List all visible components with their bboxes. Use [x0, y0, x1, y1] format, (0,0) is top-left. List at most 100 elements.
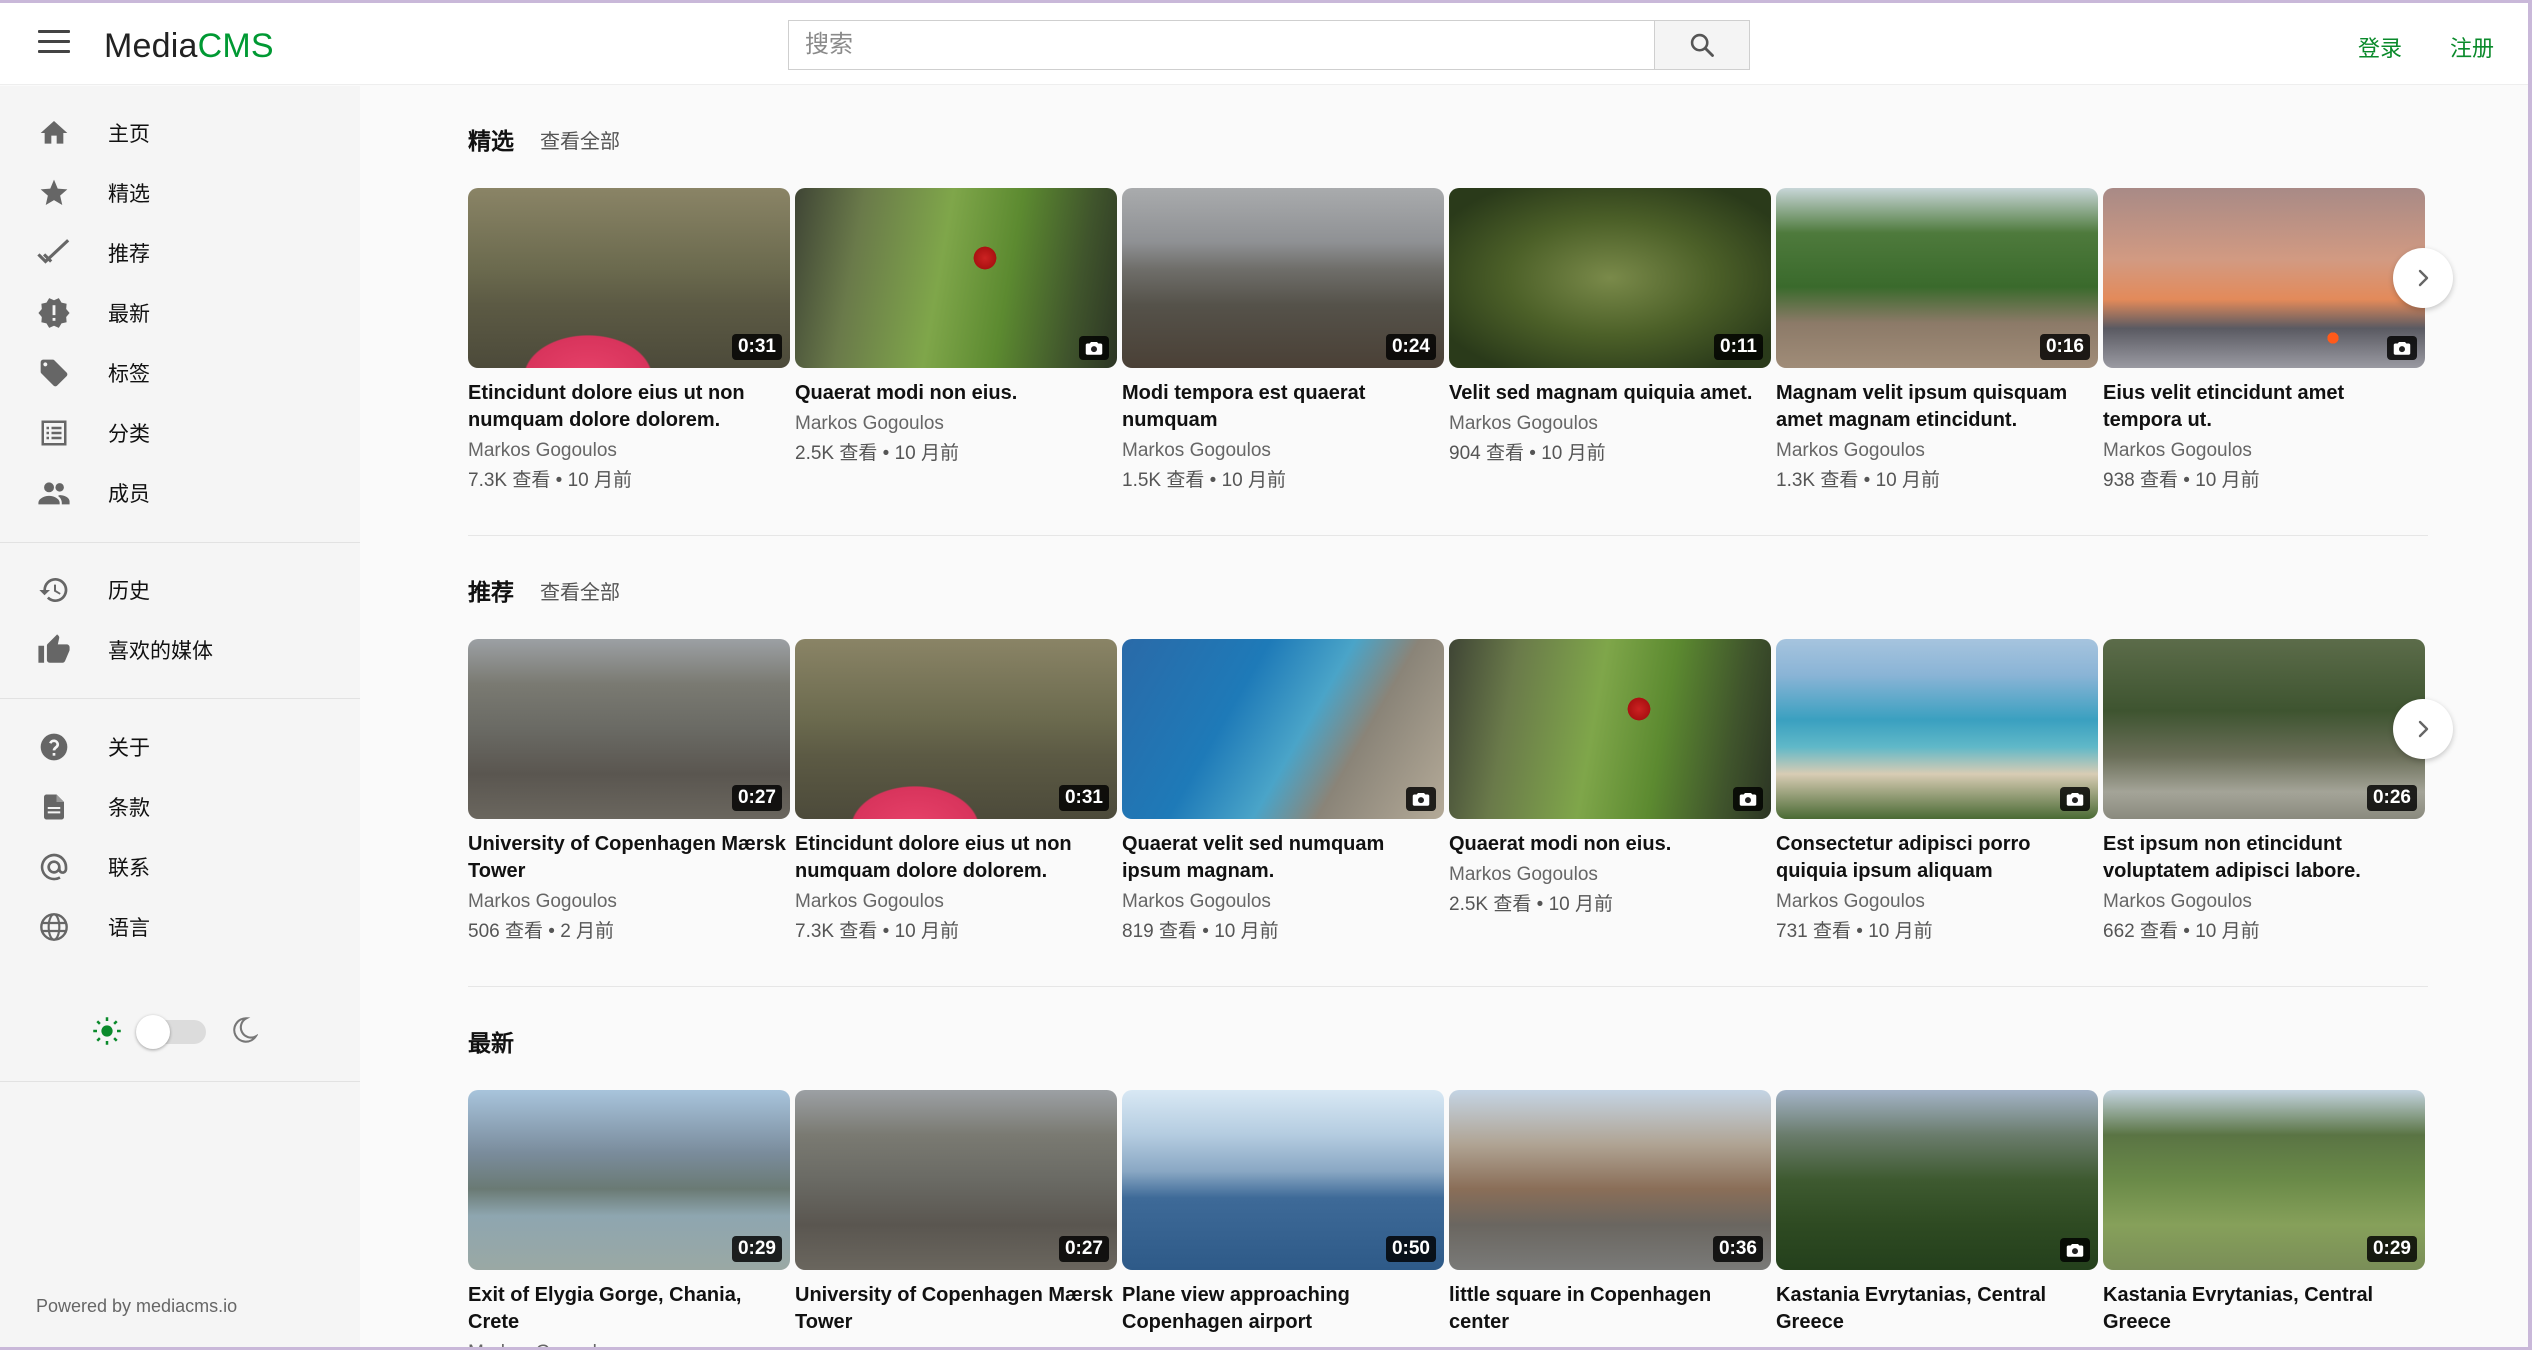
sidebar-item-recommended[interactable]: 推荐: [0, 226, 360, 280]
video-card[interactable]: 0:16 Magnam velit ipsum quisquam amet ma…: [1776, 188, 2098, 492]
video-title[interactable]: Modi tempora est quaerat numquam: [1122, 380, 1444, 434]
video-card[interactable]: 0:31 Etincidunt dolore eius ut non numqu…: [468, 188, 790, 492]
video-title[interactable]: little square in Copenhagen center: [1449, 1282, 1771, 1336]
video-card[interactable]: 0:31 Etincidunt dolore eius ut non numqu…: [795, 639, 1117, 943]
video-thumbnail[interactable]: 0:11: [1449, 188, 1771, 368]
video-author[interactable]: Markos Gogoulos: [1776, 891, 2098, 913]
view-all-featured-link[interactable]: 查看全部: [540, 125, 620, 154]
video-title[interactable]: Kastania Evrytanias, Central Greece: [1776, 1282, 2098, 1336]
video-card[interactable]: 0:27 University of Copenhagen Mærsk Towe…: [468, 639, 790, 943]
video-thumbnail[interactable]: 0:27: [468, 639, 790, 819]
video-card[interactable]: 0:27 University of Copenhagen Mærsk Towe…: [795, 1090, 1117, 1336]
video-title[interactable]: Consectetur adipisci porro quiquia ipsum…: [1776, 831, 2098, 885]
view-all-recommended-link[interactable]: 查看全部: [540, 576, 620, 605]
video-title[interactable]: Quaerat modi non eius.: [795, 380, 1117, 407]
video-thumbnail[interactable]: [2103, 188, 2425, 368]
video-card[interactable]: 0:29 Kastania Evrytanias, Central Greece: [2103, 1090, 2425, 1336]
sidebar-item-history[interactable]: 历史: [0, 563, 360, 617]
search-button[interactable]: [1654, 20, 1750, 70]
video-thumbnail[interactable]: 0:36: [1449, 1090, 1771, 1270]
video-meta: 731 查看 • 10 月前: [1776, 921, 1933, 942]
sidebar-item-home[interactable]: 主页: [0, 106, 360, 160]
carousel-next-button[interactable]: [2393, 248, 2453, 308]
video-title[interactable]: University of Copenhagen Mærsk Tower: [795, 1282, 1117, 1336]
video-title[interactable]: Eius velit etincidunt amet tempora ut.: [2103, 380, 2425, 434]
duration-badge: 0:31: [1058, 785, 1109, 811]
login-link[interactable]: 登录: [2358, 31, 2402, 63]
video-title[interactable]: Velit sed magnam quiquia amet.: [1449, 380, 1771, 407]
search-icon: [1690, 33, 1714, 57]
video-author[interactable]: Markos Gogoulos: [2103, 440, 2425, 462]
video-card[interactable]: 0:29 Exit of Elygia Gorge, Chania, Crete…: [468, 1090, 790, 1350]
sidebar-item-categories[interactable]: 分类: [0, 406, 360, 460]
video-title[interactable]: Magnam velit ipsum quisquam amet magnam …: [1776, 380, 2098, 434]
video-author[interactable]: Markos Gogoulos: [1122, 891, 1444, 913]
sidebar-item-members[interactable]: 成员: [0, 466, 360, 520]
video-author[interactable]: Markos Gogoulos: [468, 891, 790, 913]
video-thumbnail[interactable]: 0:16: [1776, 188, 2098, 368]
sidebar-item-contact[interactable]: 联系: [0, 840, 360, 894]
video-title[interactable]: Etincidunt dolore eius ut non numquam do…: [468, 380, 790, 434]
video-author[interactable]: Markos Gogoulos: [1449, 864, 1771, 886]
sidebar-item-label: 语言: [108, 917, 150, 940]
video-title[interactable]: University of Copenhagen Mærsk Tower: [468, 831, 790, 885]
sidebar-item-liked-media[interactable]: 喜欢的媒体: [0, 623, 360, 677]
video-thumbnail[interactable]: 0:27: [795, 1090, 1117, 1270]
video-card[interactable]: Quaerat modi non eius. Markos Gogoulos 2…: [1449, 639, 1771, 916]
video-card[interactable]: Eius velit etincidunt amet tempora ut. M…: [2103, 188, 2425, 492]
sidebar-divider: [0, 698, 360, 699]
video-thumbnail[interactable]: [1449, 639, 1771, 819]
register-link[interactable]: 注册: [2450, 31, 2494, 63]
video-thumbnail[interactable]: 0:26: [2103, 639, 2425, 819]
video-author[interactable]: Markos Gogoulos: [2103, 891, 2425, 913]
video-thumbnail[interactable]: 0:24: [1122, 188, 1444, 368]
video-thumbnail[interactable]: [795, 188, 1117, 368]
sidebar-item-terms[interactable]: 条款: [0, 780, 360, 834]
sidebar-item-latest[interactable]: 最新: [0, 286, 360, 340]
video-title[interactable]: Quaerat modi non eius.: [1449, 831, 1771, 858]
video-title[interactable]: Est ipsum non etincidunt voluptatem adip…: [2103, 831, 2425, 885]
video-author[interactable]: Markos Gogoulos: [795, 413, 1117, 435]
video-title[interactable]: Quaerat velit sed numquam ipsum magnam.: [1122, 831, 1444, 885]
video-thumbnail[interactable]: 0:50: [1122, 1090, 1444, 1270]
video-thumbnail[interactable]: [1776, 639, 2098, 819]
video-author[interactable]: Markos Gogoulos: [795, 891, 1117, 913]
video-title[interactable]: Exit of Elygia Gorge, Chania, Crete: [468, 1282, 790, 1336]
video-author[interactable]: Markos Gogoulos: [1776, 440, 2098, 462]
carousel-next-button[interactable]: [2393, 699, 2453, 759]
video-thumbnail[interactable]: 0:31: [468, 188, 790, 368]
sidebar-item-about[interactable]: 关于: [0, 720, 360, 774]
video-thumbnail[interactable]: 0:31: [795, 639, 1117, 819]
video-thumbnail[interactable]: [1776, 1090, 2098, 1270]
video-author[interactable]: Markos Gogoulos: [1122, 440, 1444, 462]
video-title[interactable]: Plane view approaching Copenhagen airpor…: [1122, 1282, 1444, 1336]
logo[interactable]: MediaCMS: [104, 27, 274, 66]
video-card[interactable]: 0:26 Est ipsum non etincidunt voluptatem…: [2103, 639, 2425, 943]
video-card[interactable]: Consectetur adipisci porro quiquia ipsum…: [1776, 639, 2098, 943]
powered-by-text: Powered by mediacms.io: [36, 1296, 238, 1316]
sidebar-item-featured[interactable]: 精选: [0, 166, 360, 220]
video-author[interactable]: Markos Gogoulos: [1449, 413, 1771, 435]
video-card[interactable]: 0:24 Modi tempora est quaerat numquam Ma…: [1122, 188, 1444, 492]
video-title[interactable]: Etincidunt dolore eius ut non numquam do…: [795, 831, 1117, 885]
sidebar-item-tags[interactable]: 标签: [0, 346, 360, 400]
video-thumbnail[interactable]: [1122, 639, 1444, 819]
video-card[interactable]: Quaerat velit sed numquam ipsum magnam. …: [1122, 639, 1444, 943]
sidebar-item-language[interactable]: 语言: [0, 900, 360, 954]
video-thumbnail[interactable]: 0:29: [468, 1090, 790, 1270]
menu-icon[interactable]: [38, 30, 70, 56]
video-card[interactable]: Quaerat modi non eius. Markos Gogoulos 2…: [795, 188, 1117, 465]
duration-badge: 0:26: [2366, 785, 2417, 811]
search-input[interactable]: [788, 20, 1654, 70]
featured-row: 0:31 Etincidunt dolore eius ut non numqu…: [468, 188, 2453, 508]
video-card[interactable]: 0:36 little square in Copenhagen center: [1449, 1090, 1771, 1336]
video-author[interactable]: Markos Gogoulos: [468, 440, 790, 462]
duration-badge: 0:50: [1385, 1236, 1436, 1262]
video-card[interactable]: 0:50 Plane view approaching Copenhagen a…: [1122, 1090, 1444, 1336]
video-card[interactable]: Kastania Evrytanias, Central Greece: [1776, 1090, 2098, 1336]
star-icon: [36, 175, 72, 211]
video-title[interactable]: Kastania Evrytanias, Central Greece: [2103, 1282, 2425, 1336]
video-thumbnail[interactable]: 0:29: [2103, 1090, 2425, 1270]
dark-mode-toggle[interactable]: [136, 1015, 206, 1049]
video-card[interactable]: 0:11 Velit sed magnam quiquia amet. Mark…: [1449, 188, 1771, 465]
